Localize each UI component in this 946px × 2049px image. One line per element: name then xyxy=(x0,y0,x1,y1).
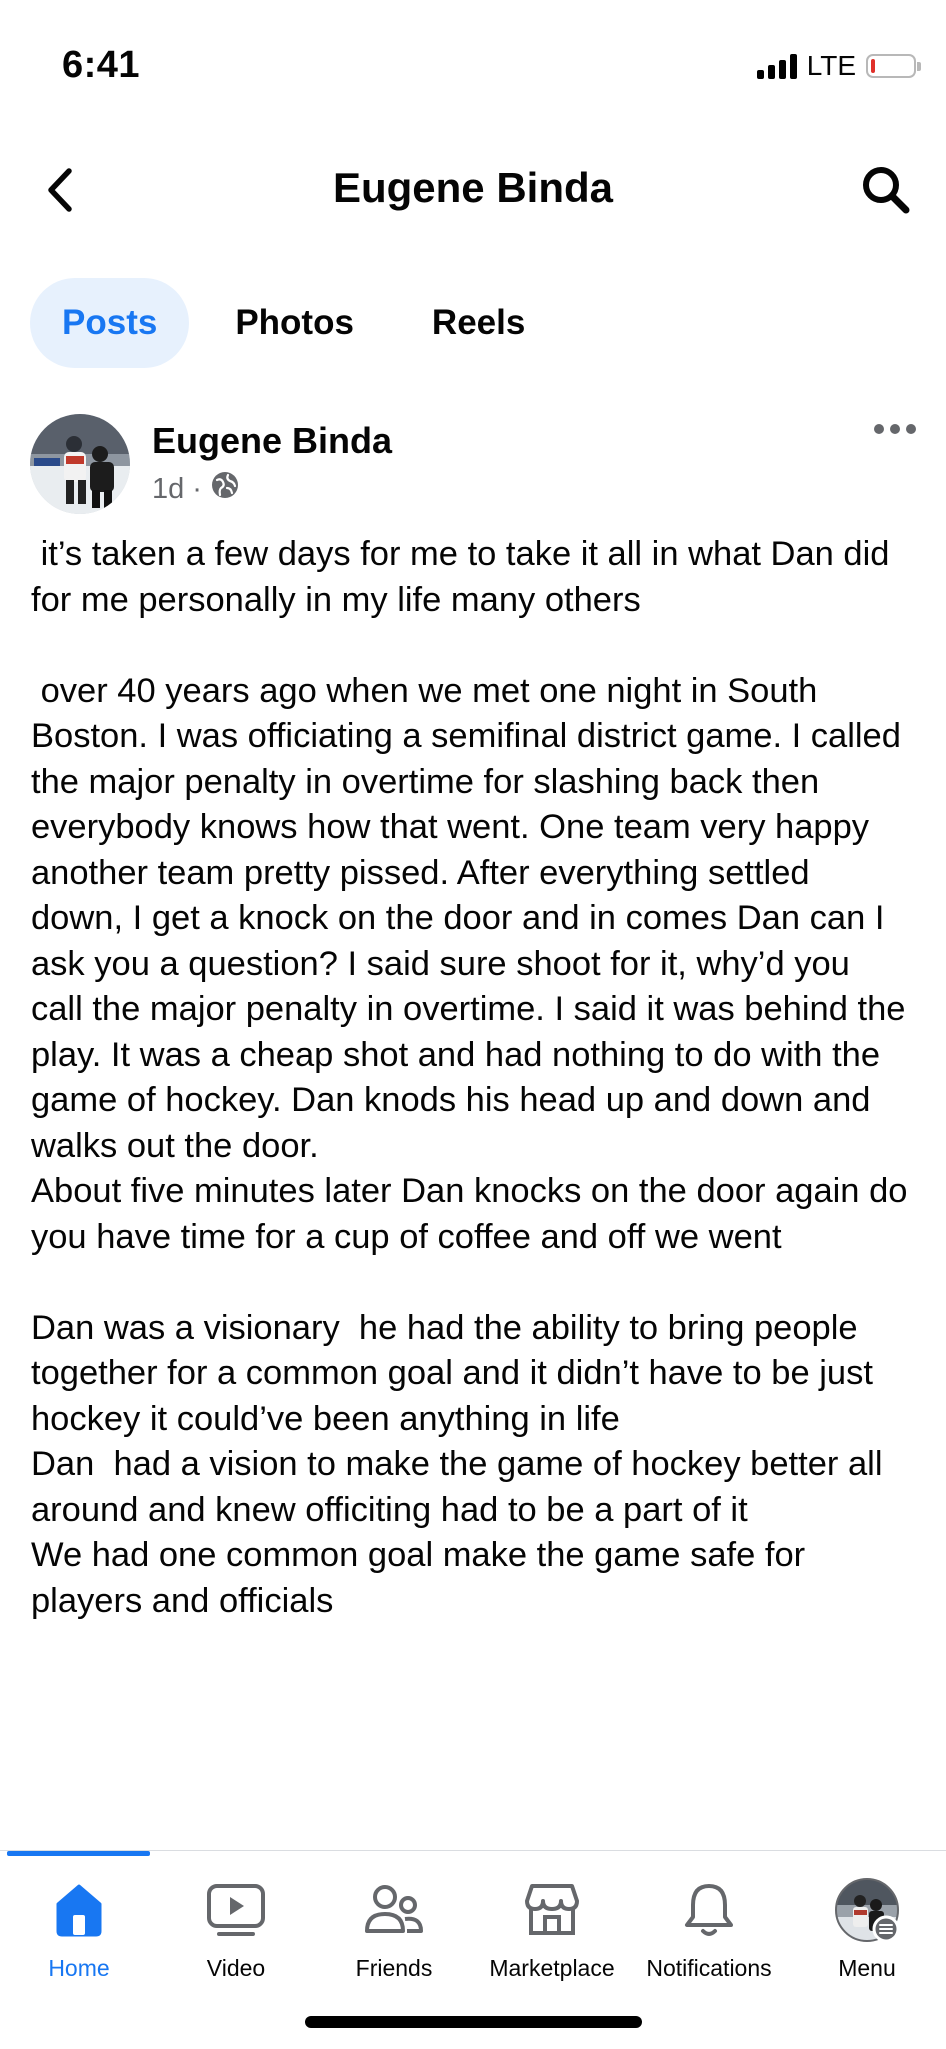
video-icon xyxy=(203,1877,269,1943)
nav-marketplace-label: Marketplace xyxy=(489,1955,615,1981)
profile-avatar-icon xyxy=(834,1877,900,1943)
nav-home-label: Home xyxy=(48,1955,110,1981)
active-tab-indicator xyxy=(7,1851,150,1856)
search-icon[interactable] xyxy=(856,160,916,220)
marketplace-icon xyxy=(519,1877,585,1943)
signal-icon xyxy=(756,53,797,79)
profile-tabs: Posts Photos Reels xyxy=(30,278,557,368)
globe-icon xyxy=(210,470,240,508)
post-meta: 1d · xyxy=(152,470,240,508)
nav-notifications-label: Notifications xyxy=(646,1955,772,1981)
tab-photos[interactable]: Photos xyxy=(203,278,386,368)
nav-notifications[interactable]: Notifications xyxy=(630,1877,788,1997)
post-author[interactable]: Eugene Binda xyxy=(152,420,392,462)
nav-menu-label: Menu xyxy=(838,1955,896,1981)
page-title: Eugene Binda xyxy=(332,164,614,211)
tab-reels[interactable]: Reels xyxy=(400,278,557,368)
nav-menu[interactable]: Menu xyxy=(788,1877,946,1997)
network-type: LTE xyxy=(806,50,856,81)
nav-video[interactable]: Video xyxy=(157,1877,315,1997)
nav-video-label: Video xyxy=(206,1955,266,1981)
meta-separator: · xyxy=(192,472,202,505)
tab-posts[interactable]: Posts xyxy=(30,278,190,368)
status-time: 6:41 xyxy=(62,44,141,86)
nav-friends[interactable]: Friends xyxy=(315,1877,473,1997)
avatar[interactable] xyxy=(30,414,130,514)
post-time[interactable]: 1d xyxy=(152,473,184,506)
nav-friends-label: Friends xyxy=(355,1955,433,1981)
nav-marketplace[interactable]: Marketplace xyxy=(473,1877,631,1997)
page-header: Eugene Binda xyxy=(0,150,946,230)
nav-home[interactable]: Home xyxy=(0,1877,158,1997)
post-text: it’s taken a few days for me to take it … xyxy=(31,535,908,1620)
bell-icon xyxy=(676,1877,742,1943)
battery-icon xyxy=(866,54,921,78)
status-indicators: LTE xyxy=(756,50,921,82)
status-bar: 6:41 LTE xyxy=(0,0,946,130)
home-icon xyxy=(46,1877,112,1943)
home-indicator xyxy=(305,2016,642,2028)
post-header: Eugene Binda 1d · xyxy=(30,414,916,518)
friends-icon xyxy=(361,1877,427,1943)
more-options-icon[interactable] xyxy=(874,424,916,434)
